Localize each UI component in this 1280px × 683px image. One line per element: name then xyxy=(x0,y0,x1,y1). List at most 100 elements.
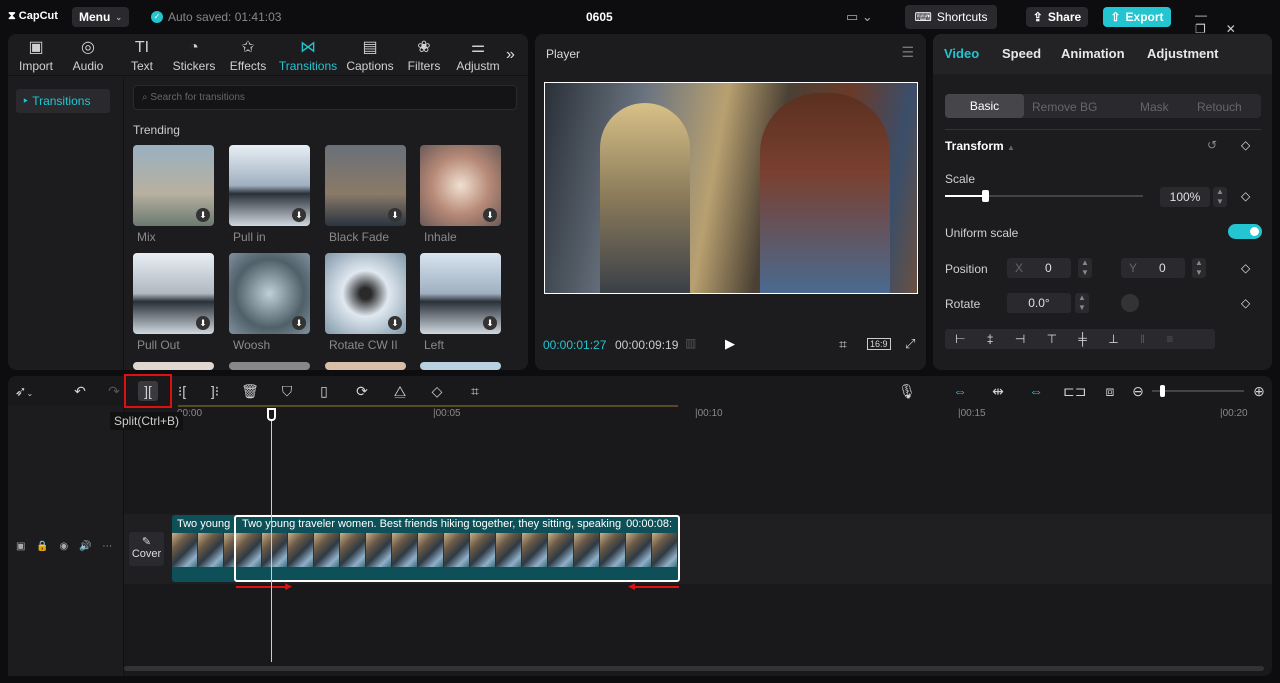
marker-icon[interactable]: ⛉ xyxy=(277,381,297,401)
distribute-v-icon[interactable]: ≡ xyxy=(1166,332,1173,346)
freeze-icon[interactable]: ▯ xyxy=(314,381,334,401)
transition-thumbnail[interactable]: ⬇ xyxy=(133,253,214,334)
transition-thumbnail[interactable]: ⬇ xyxy=(420,145,501,226)
align-right-icon[interactable]: ⊣ xyxy=(1015,332,1025,346)
keyframe-icon[interactable]: ◇ xyxy=(1241,296,1250,310)
scale-slider[interactable] xyxy=(945,190,1143,202)
download-icon[interactable]: ⬇ xyxy=(292,316,306,330)
uniform-scale-toggle[interactable] xyxy=(1228,224,1262,239)
subtab-remove-bg[interactable]: Remove BG xyxy=(1032,100,1097,114)
transition-thumbnail[interactable]: ⬇ xyxy=(325,145,406,226)
undo-icon[interactable]: ↶ xyxy=(70,381,90,401)
select-tool-icon[interactable]: ➶⌄ xyxy=(14,381,34,401)
play-icon[interactable]: ▶ xyxy=(725,336,735,352)
transition-thumbnail[interactable] xyxy=(229,362,310,370)
tab-audio[interactable]: ◎ Audio xyxy=(60,37,116,73)
subtab-retouch[interactable]: Retouch xyxy=(1197,100,1242,114)
aspect-ratio-button[interactable]: 16:9 xyxy=(867,338,891,350)
minimize-icon[interactable]: — xyxy=(1195,8,1227,22)
layout-icon[interactable]: ▭ ⌄ xyxy=(846,9,873,25)
transition-thumbnail[interactable]: ⬇ xyxy=(420,253,501,334)
video-clip-selected[interactable]: Two young traveler women. Best friends h… xyxy=(234,515,680,582)
transition-thumbnail[interactable]: ⬇ xyxy=(325,253,406,334)
download-icon[interactable]: ⬇ xyxy=(196,316,210,330)
fit-icon[interactable]: ⧈ xyxy=(1100,381,1120,401)
position-y-input[interactable]: Y0 xyxy=(1121,258,1185,278)
menu-icon[interactable]: ☰ xyxy=(901,44,914,61)
align-bottom-icon[interactable]: ⊥ xyxy=(1108,332,1118,346)
lock-icon[interactable]: 🔒 xyxy=(36,541,48,552)
track-video-icon[interactable]: ▣ xyxy=(16,541,25,552)
rotate-icon[interactable]: ◇ xyxy=(427,381,447,401)
horizontal-scrollbar[interactable] xyxy=(124,666,1264,671)
position-x-stepper[interactable]: ▲ ▼ xyxy=(1078,258,1092,278)
tab-adjustment[interactable]: ⚌ Adjustm xyxy=(450,37,506,73)
tab-speed[interactable]: Speed xyxy=(1002,46,1041,61)
download-icon[interactable]: ⬇ xyxy=(388,208,402,222)
slider-handle[interactable] xyxy=(981,190,989,202)
split-right-icon[interactable]: ]⁝ xyxy=(205,381,225,401)
transition-thumbnail[interactable]: ⬇ xyxy=(229,145,310,226)
split-icon[interactable]: ][ xyxy=(138,381,158,401)
tab-import[interactable]: ▣ Import xyxy=(8,37,64,73)
tab-video[interactable]: Video xyxy=(944,46,979,61)
window-controls[interactable]: —❐✕ xyxy=(1195,8,1280,36)
share-button[interactable]: ⇪ Share xyxy=(1026,7,1088,27)
search-input[interactable]: ⌕ Search for transitions xyxy=(133,85,517,110)
transition-thumbnail[interactable]: ⬇ xyxy=(133,145,214,226)
tab-stickers[interactable]: ◔ Stickers xyxy=(166,37,222,73)
tab-filters[interactable]: ❀ Filters xyxy=(396,37,452,73)
align-center-h-icon[interactable]: ‡ xyxy=(987,332,994,346)
zoom-in-icon[interactable]: ⊕ xyxy=(1249,381,1269,401)
video-clip-short[interactable]: Two young xyxy=(172,515,236,582)
expand-icon[interactable]: ⤢ xyxy=(905,336,915,352)
volume-icon[interactable]: 🔊 xyxy=(79,541,91,552)
scale-input[interactable]: 100% xyxy=(1160,187,1210,207)
sidebar-item-transitions[interactable]: ‣ Transitions xyxy=(16,89,110,113)
subtab-basic[interactable]: Basic xyxy=(945,94,1024,118)
reverse-icon[interactable]: ⟳ xyxy=(352,381,372,401)
magnet-icon[interactable]: ⇔ xyxy=(950,381,970,401)
transition-thumbnail[interactable]: ⬇ xyxy=(229,253,310,334)
fullscreen-fit-icon[interactable]: ⌗ xyxy=(839,336,847,353)
mirror-icon[interactable]: ⧋ xyxy=(390,381,410,401)
tab-captions[interactable]: ▤ Captions xyxy=(342,37,398,73)
scale-stepper[interactable]: ▲ ▼ xyxy=(1213,187,1227,207)
align-center-v-icon[interactable]: ╪ xyxy=(1078,332,1087,346)
redo-icon[interactable]: ↷ xyxy=(104,381,124,401)
slider-handle[interactable] xyxy=(1160,385,1165,397)
split-left-icon[interactable]: ⁝[ xyxy=(172,381,192,401)
delete-icon[interactable]: 🗑 xyxy=(240,381,260,401)
transition-thumbnail[interactable] xyxy=(325,362,406,370)
waveform-icon[interactable]: ▥ xyxy=(685,336,696,350)
rotate-dial[interactable] xyxy=(1121,294,1139,312)
keyframe-icon[interactable]: ◇ xyxy=(1241,138,1250,152)
tab-animation[interactable]: Animation xyxy=(1061,46,1125,61)
download-icon[interactable]: ⬇ xyxy=(292,208,306,222)
split-view-icon[interactable]: ⊏⊐ xyxy=(1063,381,1086,401)
transform-heading[interactable]: Transform ▲ xyxy=(945,139,1015,153)
subtab-mask[interactable]: Mask xyxy=(1140,100,1169,114)
distribute-h-icon[interactable]: ‖ xyxy=(1140,332,1145,346)
download-icon[interactable]: ⬇ xyxy=(388,316,402,330)
zoom-out-icon[interactable]: ⊖ xyxy=(1128,381,1148,401)
shortcuts-button[interactable]: ⌨ Shortcuts xyxy=(905,5,997,29)
preview-axis-icon[interactable]: ⇔ xyxy=(1026,381,1046,401)
more-icon[interactable]: ⋯ xyxy=(102,541,112,552)
download-icon[interactable]: ⬇ xyxy=(483,208,497,222)
rotate-input[interactable]: 0.0° xyxy=(1007,293,1071,313)
playhead[interactable] xyxy=(267,408,276,662)
tab-effects[interactable]: ✩ Effects xyxy=(220,37,276,73)
keyframe-icon[interactable]: ◇ xyxy=(1241,189,1250,203)
tab-transitions[interactable]: ⋈ Transitions xyxy=(274,37,342,73)
transition-thumbnail[interactable] xyxy=(420,362,501,370)
export-button[interactable]: ⇧ Export xyxy=(1103,7,1171,27)
link-icon[interactable]: ⇹ xyxy=(988,381,1008,401)
menu-button[interactable]: Menu ⌄ xyxy=(72,7,129,27)
more-tabs-icon[interactable]: » xyxy=(506,46,515,64)
tab-adjustment-inspector[interactable]: Adjustment xyxy=(1147,46,1219,61)
align-top-icon[interactable]: ⊤ xyxy=(1047,332,1057,346)
reset-icon[interactable]: ↺ xyxy=(1207,138,1217,152)
keyframe-icon[interactable]: ◇ xyxy=(1241,261,1250,275)
visibility-icon[interactable]: ◉ xyxy=(59,541,68,552)
